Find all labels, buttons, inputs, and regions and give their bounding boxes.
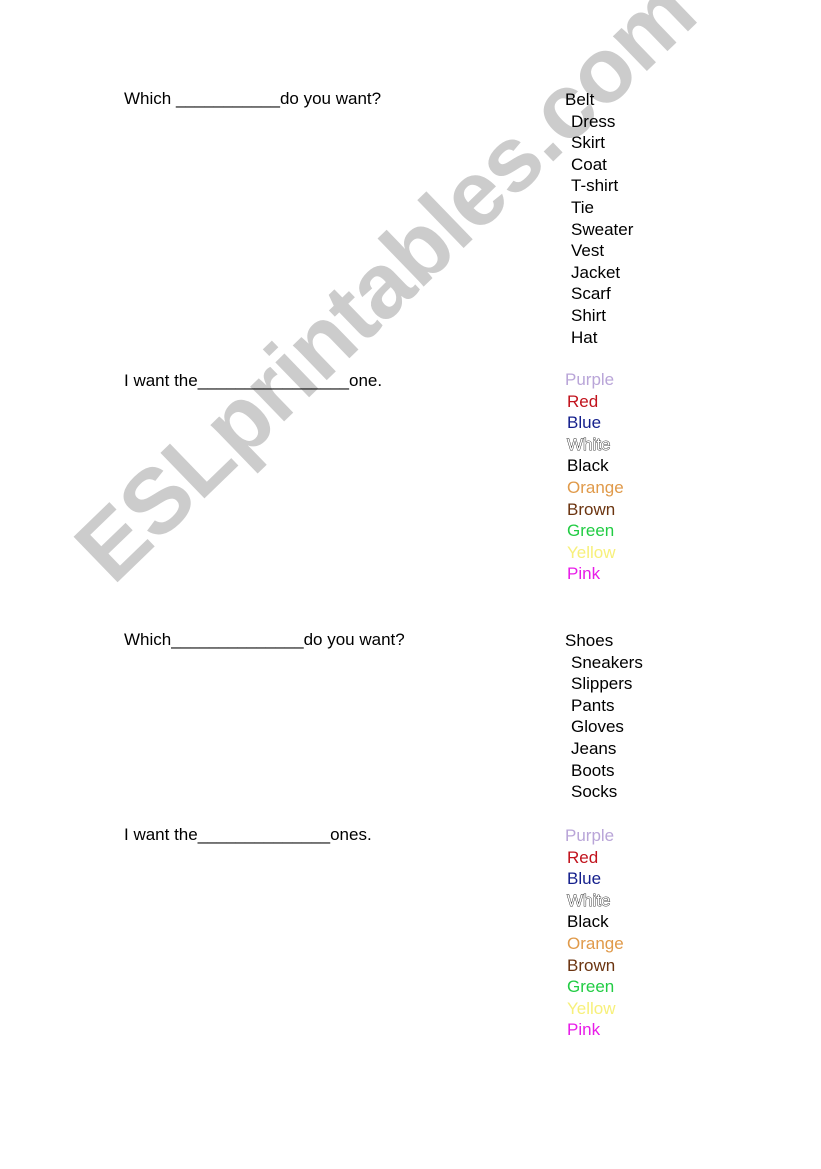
clothing-item: T-shirt [571,176,619,196]
color-singular-pink: Pink [567,564,601,584]
clothing-item: Dress [571,111,616,131]
clothing-item: Scarf [571,284,611,304]
wordbank-colors-plural: Purple Red Blue White Black Orange Brown Green Y… [565,825,624,1041]
color-plural-yellow: Yellow [567,998,616,1018]
color-singular-yellow: Yellow [567,542,616,562]
footwear-item: Jeans [571,738,617,758]
color-singular-red: Red [567,391,599,411]
wordbank-clothing: Belt Dress Skirt Coat T-shirt Tie Sweater Vest J… [565,89,633,348]
color-singular-brown: Brown [567,499,616,519]
footwear-item: Socks [571,782,618,802]
color-plural-red: Red [567,847,599,867]
color-singular-green: Green [567,521,615,541]
color-plural-blue: Blue [567,869,602,889]
color-singular-blue: Blue [567,413,602,433]
footwear-item: Boots [571,760,615,780]
clothing-item: Hat [571,327,598,347]
clothing-item: Jacket [571,262,621,282]
color-plural-pink: Pink [567,1020,601,1040]
color-singular-white: White [567,434,611,454]
clothing-item: Tie [571,197,594,217]
color-singular-orange: Orange [567,477,624,497]
clothing-item: Sweater [571,219,634,239]
wordbank-footwear: Shoes Sneakers Slippers Pants Gloves Jeans Boo… [565,630,643,803]
clothing-item: Vest [571,241,605,261]
prompt-footwear-question: Which______________do you want? [124,630,405,649]
prompt-footwear-answer: I want the______________ones. [124,825,372,844]
clothing-item: Skirt [571,133,605,153]
color-plural-green: Green [567,977,615,997]
prompt-clothing-question: Which ___________do you want? [124,89,382,108]
footwear-item: Sneakers [571,652,643,672]
footwear-item: Pants [571,695,615,715]
color-plural-black: Black [567,912,609,932]
footwear-item: Shoes [565,631,614,650]
color-singular-black: Black [567,456,609,476]
prompt-clothing-answer: I want the________________one. [124,371,383,390]
color-plural-brown: Brown [567,955,616,975]
clothing-item: Shirt [571,305,606,325]
color-plural-orange: Orange [567,933,624,953]
watermark: ESLprintables.com [0,0,821,1169]
color-singular-purple: Purple [565,370,615,389]
wordbank-colors-singular: Purple Red Blue White Black Orange Brown Green Y… [565,369,624,585]
clothing-item: Coat [571,154,607,174]
color-plural-purple: Purple [565,826,615,845]
footwear-item: Slippers [571,674,633,694]
footwear-item: Gloves [571,717,624,737]
worksheet-page: ESLprintables.com Which ___________do yo… [0,0,821,1169]
clothing-item: Belt [565,90,595,109]
color-plural-white: White [567,890,611,910]
